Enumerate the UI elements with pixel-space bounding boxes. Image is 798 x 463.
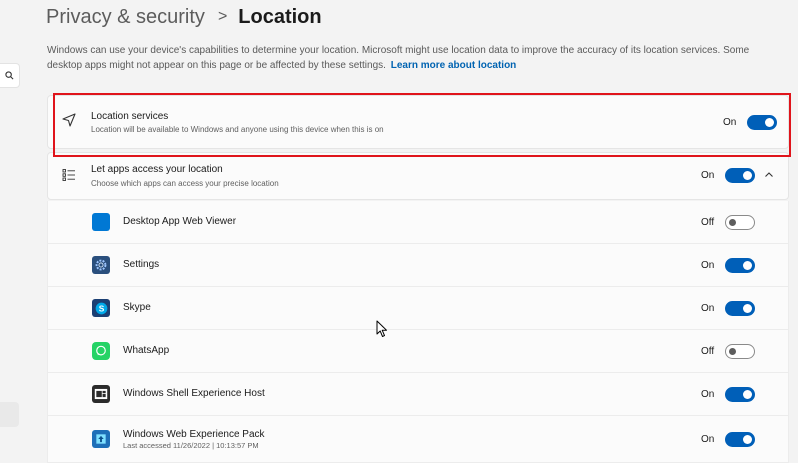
list-item-desktop-app-web-viewer: Desktop App Web Viewer Off xyxy=(47,201,789,244)
sidebar-item-selected[interactable] xyxy=(0,402,19,427)
app-toggle-group: Off xyxy=(701,215,755,230)
app-state: Off xyxy=(701,346,715,357)
app-state: On xyxy=(701,389,715,400)
svg-text:S: S xyxy=(98,303,104,313)
list-item-windows-web-experience-pack: Windows Web Experience Pack Last accesse… xyxy=(47,416,789,463)
list-item-whatsapp: WhatsApp Off xyxy=(47,330,789,373)
app-state: On xyxy=(701,260,715,271)
app-state: On xyxy=(701,434,715,445)
apps-access-toggle-group: On xyxy=(701,168,755,183)
settings-gear-icon xyxy=(92,256,110,274)
list-item-settings: Settings On xyxy=(47,244,789,287)
app-toggle[interactable] xyxy=(725,301,755,316)
shell-host-icon xyxy=(92,385,110,403)
apps-access-subtitle: Choose which apps can access your precis… xyxy=(91,179,279,188)
learn-more-link[interactable]: Learn more about location xyxy=(391,60,517,71)
whatsapp-icon xyxy=(92,342,110,360)
list-item-windows-shell-experience-host: Windows Shell Experience Host On xyxy=(47,373,789,416)
list-icon xyxy=(62,169,75,181)
skype-icon: S xyxy=(92,299,110,317)
app-name: Settings xyxy=(123,259,160,270)
app-toggle[interactable] xyxy=(725,215,755,230)
breadcrumb-separator-icon: > xyxy=(217,8,228,25)
app-state: On xyxy=(701,303,715,314)
app-toggle[interactable] xyxy=(725,387,755,402)
breadcrumb-parent-link[interactable]: Privacy & security xyxy=(46,6,205,29)
blue-square-icon xyxy=(92,213,110,231)
app-name: Desktop App Web Viewer xyxy=(123,216,237,227)
sidebar-search-box[interactable] xyxy=(0,63,20,88)
mouse-cursor-icon xyxy=(376,320,387,337)
app-toggle-group: On xyxy=(701,258,755,273)
search-icon xyxy=(5,71,14,80)
page-title: Location xyxy=(238,5,322,28)
app-toggle-group: Off xyxy=(701,344,755,359)
apps-access-toggle[interactable] xyxy=(725,168,755,183)
list-item-skype: S Skype On xyxy=(47,287,789,330)
app-state: Off xyxy=(701,217,715,228)
web-experience-icon xyxy=(92,430,110,448)
apps-access-card[interactable]: Let apps access your location Choose whi… xyxy=(47,152,789,200)
app-name: WhatsApp xyxy=(123,345,170,356)
app-name: Windows Shell Experience Host xyxy=(123,388,265,399)
app-toggle[interactable] xyxy=(725,432,755,447)
app-toggle-group: On xyxy=(701,301,755,316)
last-accessed-text: Last accessed 11/26/2022 | 10:13:57 PM xyxy=(123,441,259,450)
app-toggle[interactable] xyxy=(725,258,755,273)
breadcrumb: Privacy & security > Location xyxy=(46,3,322,31)
app-toggle-group: On xyxy=(701,387,755,402)
chevron-up-icon[interactable] xyxy=(764,170,774,180)
settings-window: Privacy & security > Location Windows ca… xyxy=(0,0,798,463)
app-toggle-group: On xyxy=(701,432,755,447)
location-services-highlight xyxy=(53,93,791,157)
apps-access-title: Let apps access your location xyxy=(91,164,223,175)
apps-access-state: On xyxy=(701,170,715,181)
app-toggle[interactable] xyxy=(725,344,755,359)
app-name: Windows Web Experience Pack xyxy=(123,429,265,440)
page-description: Windows can use your device's capabiliti… xyxy=(47,43,787,73)
app-name: Skype xyxy=(123,302,151,313)
